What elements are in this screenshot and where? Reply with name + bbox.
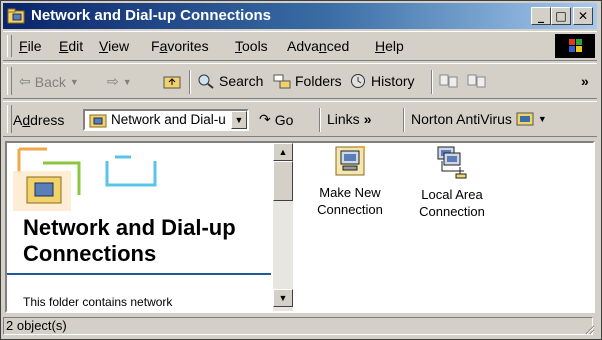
close-button[interactable]: ✕ <box>573 7 593 25</box>
links-button[interactable]: Links » <box>327 111 371 127</box>
title-bar[interactable]: Network and Dial-up Connections _ □ ✕ <box>3 3 597 29</box>
go-button[interactable]: ↷ Go <box>259 111 293 128</box>
back-dropdown-icon: ▼ <box>69 76 79 87</box>
menu-advanced[interactable]: Advanced <box>287 38 349 54</box>
toolbar-separator <box>189 70 191 94</box>
toolbar-grip[interactable] <box>7 67 12 95</box>
webview-pane: Network and Dial-up Connections This fol… <box>7 143 271 311</box>
windows-flag-icon <box>569 39 582 52</box>
window-title: Network and Dial-up Connections <box>31 7 272 24</box>
resize-grip-icon[interactable] <box>583 323 595 335</box>
norton-antivirus-button[interactable]: Norton AntiVirus ▼ <box>411 111 547 127</box>
window: Network and Dial-up Connections _ □ ✕ Fi… <box>0 0 602 340</box>
history-button[interactable]: History <box>349 73 415 89</box>
scroll-thumb[interactable] <box>273 161 293 201</box>
content-area: Network and Dial-up Connections This fol… <box>5 141 595 313</box>
menu-view[interactable]: View <box>99 38 129 54</box>
menubar-grip[interactable] <box>7 35 12 57</box>
webview-divider <box>7 273 271 275</box>
maximize-button[interactable]: □ <box>551 7 571 25</box>
scroll-down-button[interactable]: ▼ <box>273 289 293 307</box>
address-combobox[interactable]: Network and Dial-u ▼ <box>83 109 249 131</box>
local-area-connection-icon <box>437 146 467 179</box>
copy-to-icon <box>467 74 486 88</box>
local-area-connection-item[interactable]: Local Area Connection <box>407 145 497 220</box>
go-arrow-icon: ↷ <box>259 111 271 127</box>
menu-tools[interactable]: Tools <box>235 38 268 54</box>
toolbar-separator <box>431 70 433 94</box>
status-text: 2 object(s) <box>3 317 593 335</box>
vertical-scrollbar[interactable]: ▲ ▼ <box>273 143 293 311</box>
webview-header-graphic <box>13 147 157 211</box>
menu-help[interactable]: Help <box>375 38 404 54</box>
menu-favorites[interactable]: Favorites <box>151 38 209 54</box>
move-to-icon <box>439 74 458 88</box>
windows-logo <box>555 34 595 58</box>
toolbar-overflow-chevron[interactable]: » <box>581 73 589 89</box>
webview-title: Network and Dial-up Connections <box>23 215 236 266</box>
network-folder-icon <box>7 8 25 24</box>
make-new-connection-item[interactable]: Make New Connection <box>305 145 395 218</box>
menu-edit[interactable]: Edit <box>59 38 83 54</box>
back-arrow-icon: ⇦ <box>19 73 31 89</box>
norton-dropdown-icon: ▼ <box>537 114 547 124</box>
norton-icon <box>516 112 534 126</box>
menu-file[interactable]: File <box>19 38 42 54</box>
history-icon <box>351 74 365 88</box>
up-folder-button[interactable] <box>163 73 181 89</box>
webview-description: This folder contains network <box>23 295 173 309</box>
menu-bar: File Edit View Favorites Tools Advanced … <box>3 31 597 61</box>
search-button[interactable]: Search <box>197 73 263 89</box>
scroll-up-button[interactable]: ▲ <box>273 143 293 161</box>
network-folder-icon <box>89 114 107 128</box>
back-button[interactable]: ⇦ Back ▼ <box>19 73 79 90</box>
folders-icon <box>273 74 291 89</box>
forward-button[interactable]: ⇨ ▼ <box>107 73 132 90</box>
up-folder-icon <box>163 76 181 89</box>
address-bar: Address Network and Dial-u ▼ ↷ Go Links … <box>3 101 597 137</box>
address-separator <box>319 108 321 132</box>
minimize-button[interactable]: _ <box>531 7 551 25</box>
address-dropdown-button[interactable]: ▼ <box>231 111 247 129</box>
standard-toolbar: ⇦ Back ▼ ⇨ ▼ Search Folders History » <box>3 63 597 99</box>
address-value[interactable]: Network and Dial-u <box>111 112 226 127</box>
status-bar: 2 object(s) <box>3 315 597 337</box>
copy-to-button[interactable] <box>467 73 487 89</box>
move-to-button[interactable] <box>439 73 459 89</box>
search-icon <box>198 74 214 89</box>
address-label: Address <box>13 112 65 128</box>
forward-arrow-icon: ⇨ <box>107 73 119 89</box>
folders-button[interactable]: Folders <box>273 73 342 89</box>
address-separator <box>403 108 405 132</box>
make-new-connection-icon <box>335 146 365 176</box>
forward-dropdown-icon: ▼ <box>122 76 132 87</box>
addressbar-grip[interactable] <box>7 105 12 133</box>
